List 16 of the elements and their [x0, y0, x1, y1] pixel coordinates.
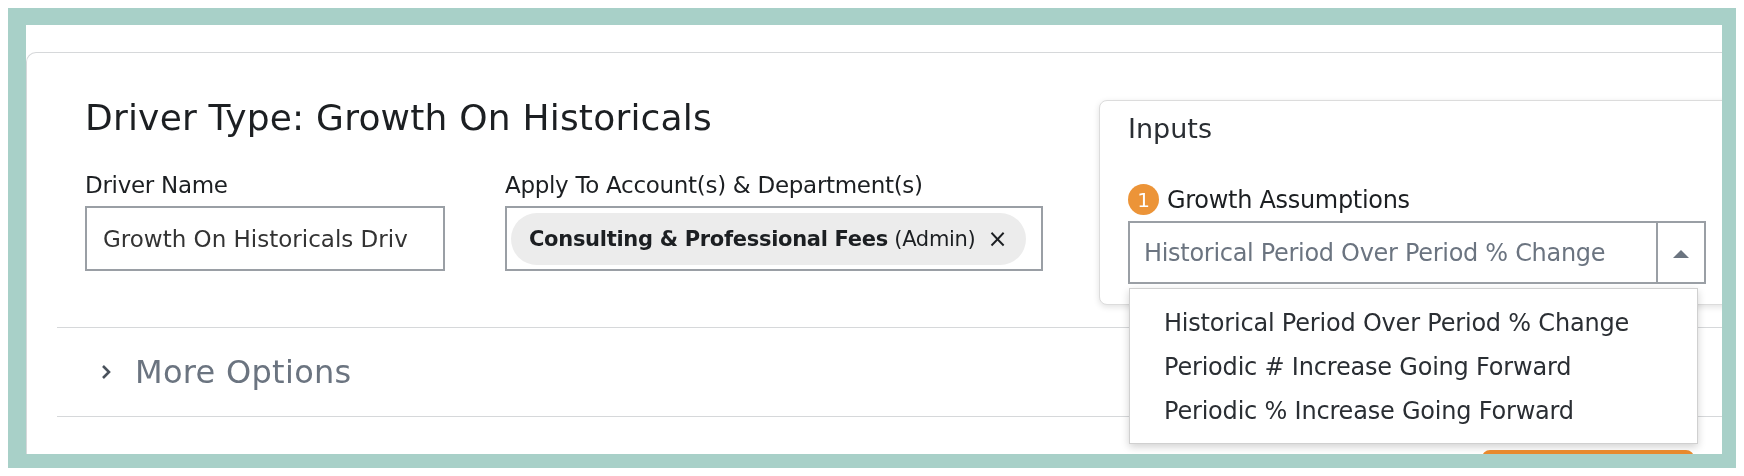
panel-title: Inputs: [1128, 113, 1212, 144]
remove-icon[interactable]: ×: [987, 224, 1008, 253]
section-title: Driver Type: Growth On Historicals: [85, 97, 712, 138]
account-select-field[interactable]: Consulting & Professional Fees (Admin) ×: [505, 206, 1043, 271]
growth-assumptions-dropdown[interactable]: Historical Period Over Period % Change: [1128, 221, 1706, 284]
account-tag[interactable]: Consulting & Professional Fees (Admin) ×: [511, 212, 1026, 265]
field-label: Driver Name: [85, 172, 229, 198]
more-options-toggle[interactable]: More Options: [57, 353, 352, 391]
driver-name-field[interactable]: Growth On Historicals Driv: [85, 206, 445, 271]
menu-item[interactable]: Periodic # Increase Going Forward: [1130, 345, 1697, 389]
menu-item[interactable]: Historical Period Over Period % Change: [1130, 301, 1697, 345]
field-label: Growth Assumptions: [1167, 185, 1410, 214]
caret-icon: [1672, 247, 1690, 258]
step-badge: 1: [1128, 184, 1159, 215]
field-label: Apply To Account(s) & Department(s): [505, 172, 924, 198]
menu-item[interactable]: Periodic % Increase Going Forward: [1130, 389, 1697, 433]
